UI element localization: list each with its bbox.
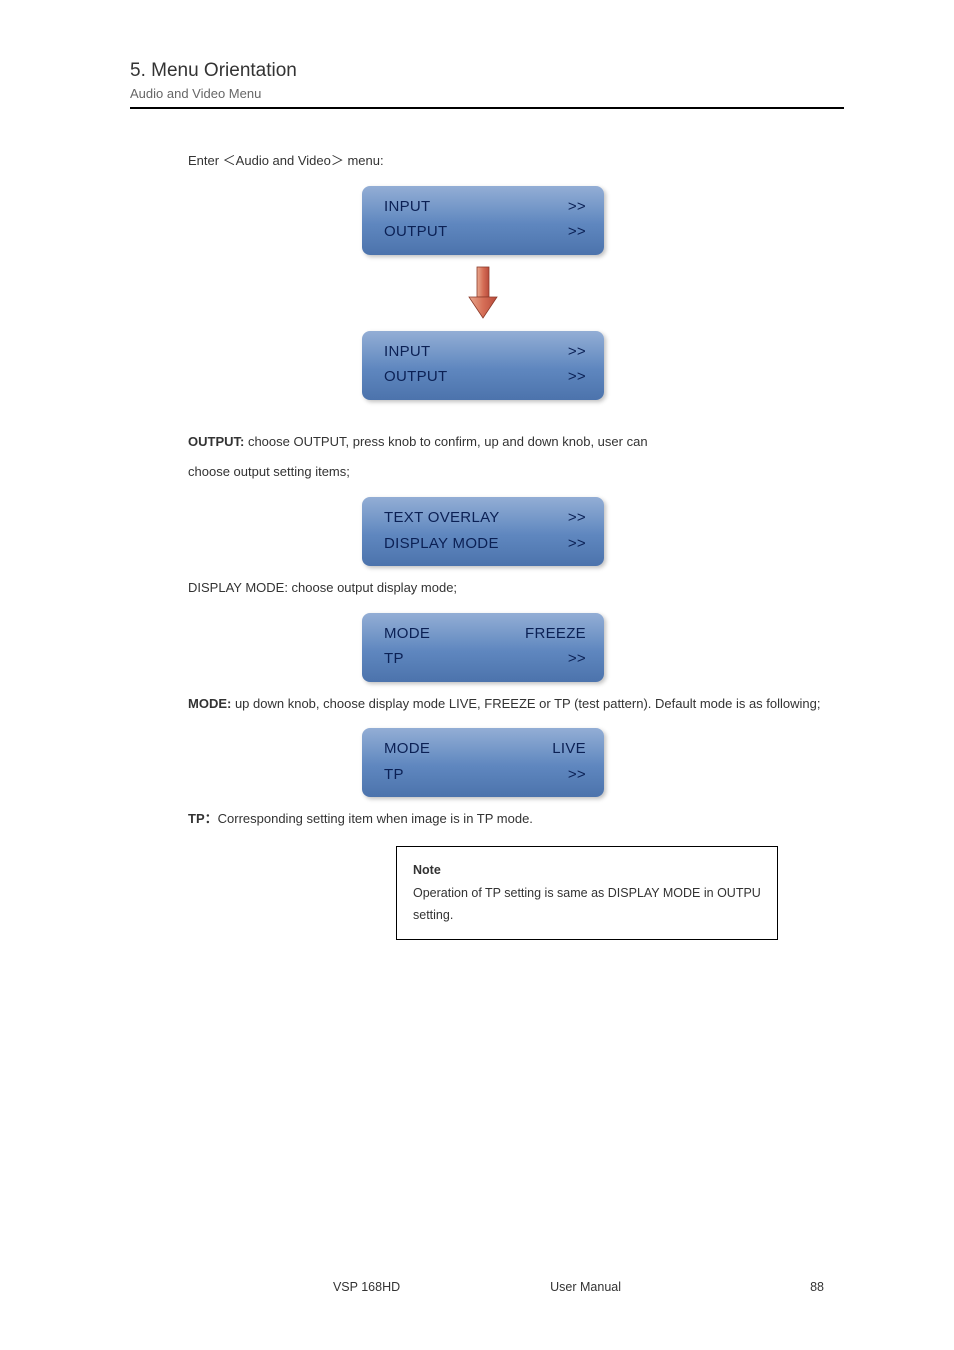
panel-row: TP >> <box>384 762 588 788</box>
panel-row: OUTPUT >> <box>384 364 588 390</box>
tp-label: TP： <box>188 811 218 826</box>
header-rule <box>130 107 844 109</box>
panel-row: TP >> <box>384 646 588 672</box>
panel-value: >> <box>568 219 588 245</box>
panel-label: MODE <box>384 736 430 762</box>
panel-value: LIVE <box>552 736 588 762</box>
panel-value: >> <box>568 364 588 390</box>
panel-value: >> <box>568 339 588 365</box>
output-label: OUTPUT: <box>188 434 244 449</box>
lcd-panel: INPUT >> OUTPUT >> <box>362 331 604 400</box>
display-mode-text: DISPLAY MODE: choose output display mode… <box>188 576 844 601</box>
subheading: Audio and Video Menu <box>130 86 844 101</box>
panel-row: DISPLAY MODE >> <box>384 531 588 557</box>
panel-value: >> <box>568 194 588 220</box>
footer-model: VSP 168HD <box>333 1280 400 1294</box>
panel-row: MODE FREEZE <box>384 621 588 647</box>
panel-row: TEXT OVERLAY >> <box>384 505 588 531</box>
mode-description: MODE: up down knob, choose display mode … <box>188 692 844 717</box>
lcd-panel: INPUT >> OUTPUT >> <box>362 186 604 255</box>
intro-text: Enter ＜Audio and Video＞ menu: <box>188 149 844 174</box>
panel-row: MODE LIVE <box>384 736 588 762</box>
lcd-panel: MODE FREEZE TP >> <box>362 613 604 682</box>
panel-row: INPUT >> <box>384 194 588 220</box>
panel-label: INPUT <box>384 339 431 365</box>
section-heading: 5. Menu Orientation <box>130 60 844 82</box>
lcd-panel: TEXT OVERLAY >> DISPLAY MODE >> <box>362 497 604 566</box>
panel-value: >> <box>568 531 588 557</box>
panel-label: TP <box>384 646 404 672</box>
panel-value: >> <box>568 762 588 788</box>
panel-label: INPUT <box>384 194 431 220</box>
panel-row: OUTPUT >> <box>384 219 588 245</box>
note-box: Note Operation of TP setting is same as … <box>396 846 778 940</box>
panel-value: >> <box>568 646 588 672</box>
output-description: OUTPUT: choose OUTPUT, press knob to con… <box>188 430 844 455</box>
panel-label: TP <box>384 762 404 788</box>
panel-label: TEXT OVERLAY <box>384 505 500 531</box>
mode-label: MODE: <box>188 696 235 711</box>
tp-description: TP：Corresponding setting item when image… <box>188 807 844 832</box>
page-footer: VSP 168HD User Manual 88 <box>0 1280 954 1294</box>
footer-title: User Manual <box>550 1280 621 1294</box>
panel-row: INPUT >> <box>384 339 588 365</box>
panel-label: MODE <box>384 621 430 647</box>
note-text: Note Operation of TP setting is same as … <box>413 859 761 927</box>
down-arrow-icon <box>463 265 503 321</box>
page-number: 88 <box>810 1280 824 1294</box>
panel-label: OUTPUT <box>384 219 447 245</box>
panel-label: OUTPUT <box>384 364 447 390</box>
output-description-line2: choose output setting items; <box>188 460 844 485</box>
panel-label: DISPLAY MODE <box>384 531 499 557</box>
lcd-panel: MODE LIVE TP >> <box>362 728 604 797</box>
panel-value: >> <box>568 505 588 531</box>
panel-value: FREEZE <box>525 621 588 647</box>
